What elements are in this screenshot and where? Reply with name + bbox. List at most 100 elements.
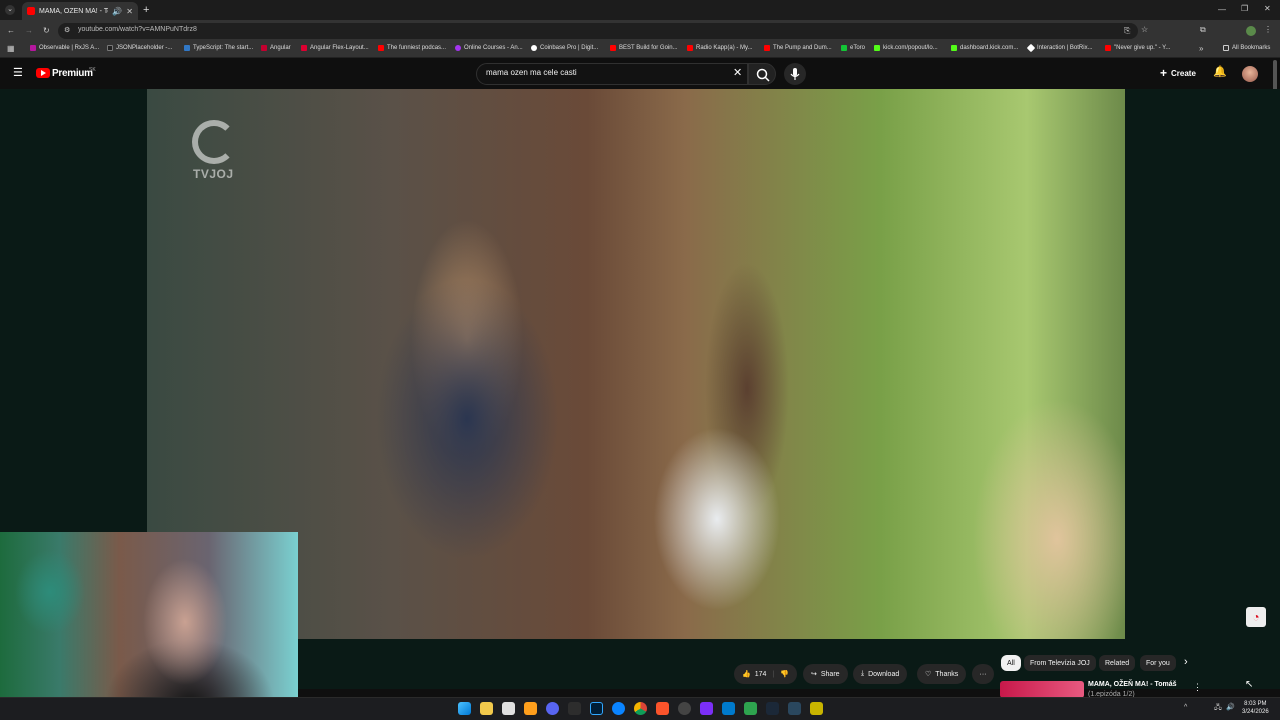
tab-close-icon[interactable]: ✕ xyxy=(126,7,133,16)
bookmark-item[interactable]: BEST Build for Goin... xyxy=(610,45,678,51)
tab-active[interactable]: MAMA, OŽEŇ MA! - Tomáš 🔊 ✕ xyxy=(22,2,138,20)
system-tray-chevron-icon[interactable]: ^ xyxy=(1184,704,1187,711)
search-button[interactable] xyxy=(748,63,776,85)
download-button[interactable]: ⤓ Download xyxy=(853,664,908,684)
bookmark-label: The funniest podcas... xyxy=(387,45,447,51)
app-blue-icon[interactable] xyxy=(612,702,625,715)
apps-grid-icon[interactable]: ▦ xyxy=(7,44,15,53)
notifications-bell-icon[interactable]: 🔔 xyxy=(1213,65,1227,78)
app-yellow-icon[interactable] xyxy=(810,702,823,715)
bookmark-item[interactable]: The funniest podcas... xyxy=(378,45,446,51)
brave-icon[interactable] xyxy=(656,702,669,715)
app-green-icon[interactable] xyxy=(744,702,757,715)
youtube-premium-text[interactable]: Premium xyxy=(52,68,93,79)
webcam-overlay xyxy=(0,532,298,720)
chip-all[interactable]: All xyxy=(1001,655,1021,671)
reload-icon[interactable]: ↻ xyxy=(43,26,50,35)
extensions-icon[interactable]: ⧉ xyxy=(1200,25,1206,35)
recommendation-menu-icon[interactable]: ⋮ xyxy=(1193,682,1202,693)
audio-playing-icon[interactable]: 🔊 xyxy=(112,7,122,16)
chrome-menu-icon[interactable]: ⋮ xyxy=(1264,25,1272,34)
photoshop-icon[interactable] xyxy=(590,702,603,715)
start-menu-icon[interactable] xyxy=(458,702,471,715)
bookmark-item[interactable]: "Never give up." - Y... xyxy=(1105,45,1170,51)
notepad-icon[interactable] xyxy=(502,702,515,715)
voice-search-button[interactable] xyxy=(784,63,806,85)
bookmark-favicon-icon xyxy=(1026,43,1036,53)
back-icon[interactable]: ← xyxy=(7,26,15,35)
channel-watermark-icon[interactable]: ◔ xyxy=(1246,607,1266,627)
bookmark-item[interactable]: TypeScript: The start... xyxy=(184,45,253,51)
thanks-button[interactable]: ♡ Thanks xyxy=(917,664,967,684)
chip-for-you[interactable]: For you xyxy=(1140,655,1176,671)
chevron-right-icon[interactable]: › xyxy=(1184,656,1188,668)
volume-icon[interactable]: 🔊 xyxy=(1226,703,1235,711)
like-count: 174 xyxy=(754,670,767,678)
recommendation-title[interactable]: MAMA, OŽEŇ MA! - Tomáš xyxy=(1088,681,1177,688)
chip-related[interactable]: Related xyxy=(1099,655,1136,671)
create-button[interactable]: + Create xyxy=(1160,66,1196,80)
more-actions-button[interactable]: ··· xyxy=(972,664,994,684)
bookmark-item[interactable]: Angular xyxy=(261,45,291,51)
account-avatar[interactable] xyxy=(1242,66,1258,82)
bookmark-star-icon[interactable]: ☆ xyxy=(1141,25,1148,34)
bookmark-label: dashboard.kick.com... xyxy=(960,45,1019,51)
bookmark-item[interactable]: Coinbase Pro | Digit... xyxy=(531,45,598,51)
bookmark-item[interactable]: eToro xyxy=(841,45,865,51)
clock-date: 3/24/2026 xyxy=(1242,709,1269,715)
minimize-window-icon[interactable]: — xyxy=(1218,5,1226,14)
bookmark-item[interactable]: Angular Flex-Layout... xyxy=(301,45,369,51)
clear-search-icon[interactable]: ✕ xyxy=(733,66,742,79)
steam-alt-icon[interactable] xyxy=(788,702,801,715)
bookmark-item[interactable]: Interaction | BotRix... xyxy=(1026,43,1093,53)
bookmark-item[interactable]: The Pump and Dum... xyxy=(764,45,832,51)
bookmark-label: BEST Build for Goin... xyxy=(619,45,678,51)
bookmark-item[interactable]: Observable | RxJS A... xyxy=(30,45,99,51)
chrome-icon[interactable] xyxy=(634,702,647,715)
network-icon[interactable]: 🖧 xyxy=(1214,703,1222,714)
recommendation-thumbnail[interactable] xyxy=(1000,681,1084,698)
app-purple-icon[interactable] xyxy=(700,702,713,715)
taskbar-clock[interactable]: 8:03 PM 3/24/2026 xyxy=(1242,700,1269,716)
profile-icon[interactable] xyxy=(1246,26,1256,36)
bookmark-label: Observable | RxJS A... xyxy=(39,45,100,51)
bookmark-favicon-icon xyxy=(30,45,36,51)
all-bookmarks-button[interactable]: All Bookmarks xyxy=(1223,45,1270,51)
like-button[interactable]: 👍 174 | 👎 xyxy=(734,664,797,684)
discord-icon[interactable] xyxy=(546,702,559,715)
vscode-icon[interactable] xyxy=(722,702,735,715)
bookmark-item[interactable]: dashboard.kick.com... xyxy=(951,45,1018,51)
close-window-icon[interactable]: ✕ xyxy=(1264,4,1271,13)
bookmark-item[interactable]: Online Courses - An... xyxy=(455,45,523,51)
bookmark-item[interactable]: JSONPlaceholder -... xyxy=(107,45,172,51)
bookmark-label: The Pump and Dum... xyxy=(773,45,832,51)
share-button[interactable]: ↪ Share xyxy=(803,664,848,684)
bookmark-favicon-icon xyxy=(841,45,847,51)
youtube-logo-icon[interactable] xyxy=(36,68,50,78)
app-x-icon[interactable] xyxy=(568,702,581,715)
mouse-cursor-icon: ↖ xyxy=(1245,679,1254,690)
thanks-label: Thanks xyxy=(935,670,959,678)
thanks-heart-icon: ♡ xyxy=(925,671,932,678)
bookmark-favicon-icon xyxy=(531,45,537,51)
bookmark-item[interactable]: kick.com/popout/lo... xyxy=(874,45,938,51)
install-app-icon[interactable]: ⎘ xyxy=(1124,26,1130,36)
app-settings-icon[interactable] xyxy=(678,702,691,715)
file-explorer-icon[interactable] xyxy=(480,702,493,715)
clock-time: 8:03 PM xyxy=(1244,701,1267,707)
maximize-window-icon[interactable]: ❐ xyxy=(1241,4,1248,13)
site-info-icon[interactable]: ⚙ xyxy=(64,26,70,34)
chip-from-channel[interactable]: From Televízia JOJ xyxy=(1024,655,1096,671)
new-tab-button[interactable]: + xyxy=(143,4,149,16)
tab-strip xyxy=(0,0,1280,20)
steam-icon[interactable] xyxy=(766,702,779,715)
address-bar[interactable] xyxy=(58,23,1138,39)
thumbs-down-icon[interactable]: 👎 xyxy=(780,670,789,678)
tab-search-button[interactable]: ⌄ xyxy=(5,5,15,15)
bookmark-item[interactable]: Radio Kapp(a) - My... xyxy=(687,45,753,51)
forward-icon[interactable]: → xyxy=(25,26,33,35)
hamburger-menu-icon[interactable]: ☰ xyxy=(13,68,23,79)
more-bookmarks-icon[interactable]: » xyxy=(1199,44,1203,53)
app-orange-icon[interactable] xyxy=(524,702,537,715)
more-actions-label: ··· xyxy=(979,670,987,678)
